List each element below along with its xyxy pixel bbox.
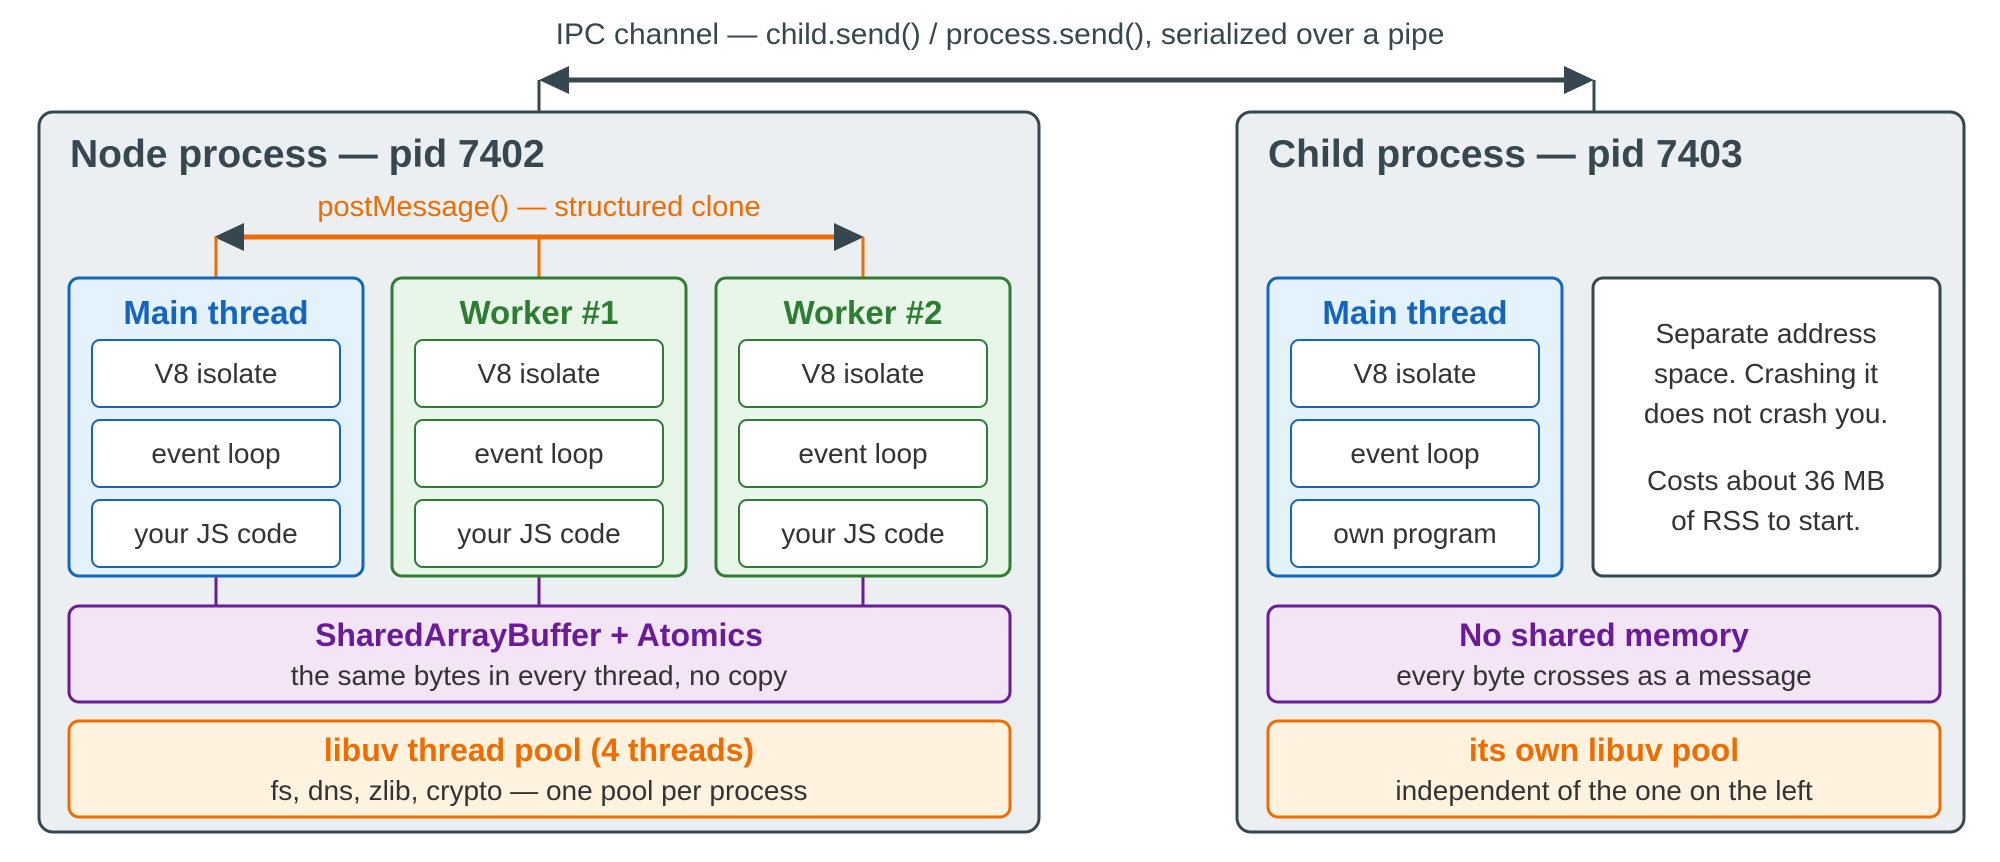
worker-2-loop-label: event loop [798,438,927,469]
worker-1-code-label: your JS code [457,518,620,549]
child-main-thread-loop-label: event loop [1350,438,1479,469]
shared-memory-subtitle: the same bytes in every thread, no copy [291,660,788,691]
architecture-diagram: IPC channel — child.send() / process.sen… [37,18,1966,834]
child-note-line: Separate address [1655,318,1876,349]
child-note-line: does not crash you. [1644,398,1888,429]
child-main-thread-title: Main thread [1322,294,1507,331]
node-process-box: Node process — pid 7402 postMessage() — … [37,110,1041,834]
child-process-title: Child process — pid 7403 [1268,133,1743,176]
shared-memory-title: SharedArrayBuffer + Atomics [315,617,763,653]
main-thread-title: Main thread [123,294,308,331]
main-thread-box: Main thread V8 isolate event loop your J… [67,276,365,578]
child-shared-memory-title: No shared memory [1459,617,1749,653]
child-process-box: Child process — pid 7403 Main thread V8 … [1235,110,1966,834]
child-note-line: space. Crashing it [1654,358,1878,389]
worker-2-v8-label: V8 isolate [802,358,925,389]
thread-pool-band: libuv thread pool (4 threads) fs, dns, z… [67,719,1012,819]
child-thread-pool-subtitle: independent of the one on the left [1395,775,1812,806]
child-note-line: of RSS to start. [1671,505,1861,536]
child-main-thread-program-label: own program [1333,518,1496,549]
postmessage-label: postMessage() — structured clone [317,191,760,223]
worker-1-box: Worker #1 V8 isolate event loop your JS … [390,276,688,578]
child-thread-pool-title: its own libuv pool [1469,732,1739,768]
worker-2-code-label: your JS code [781,518,944,549]
node-process-title: Node process — pid 7402 [70,133,545,176]
child-note-box: Separate address space. Crashing it does… [1591,276,1942,578]
shared-memory-band: SharedArrayBuffer + Atomics the same byt… [67,604,1012,704]
ipc-channel-label: IPC channel — child.send() / process.sen… [556,18,1445,51]
worker-2-title: Worker #2 [784,294,943,331]
ipc-arrow-right-head [1564,66,1594,94]
main-thread-loop-label: event loop [151,438,280,469]
child-shared-memory-subtitle: every byte crosses as a message [1396,660,1812,691]
child-note-line: Costs about 36 MB [1647,465,1885,496]
main-thread-code-label: your JS code [134,518,297,549]
worker-1-v8-label: V8 isolate [478,358,601,389]
thread-pool-title: libuv thread pool (4 threads) [324,732,754,768]
child-shared-memory-band: No shared memory every byte crosses as a… [1266,604,1942,704]
child-thread-pool-band: its own libuv pool independent of the on… [1266,719,1942,819]
child-main-thread-box: Main thread V8 isolate event loop own pr… [1266,276,1564,578]
worker-1-loop-label: event loop [474,438,603,469]
child-main-thread-v8-label: V8 isolate [1354,358,1477,389]
worker-2-box: Worker #2 V8 isolate event loop your JS … [714,276,1012,578]
ipc-arrow-left-head [539,66,569,94]
ipc-channel: IPC channel — child.send() / process.sen… [537,18,1596,112]
main-thread-v8-label: V8 isolate [155,358,278,389]
worker-1-title: Worker #1 [460,294,619,331]
thread-pool-subtitle: fs, dns, zlib, crypto — one pool per pro… [271,775,808,806]
